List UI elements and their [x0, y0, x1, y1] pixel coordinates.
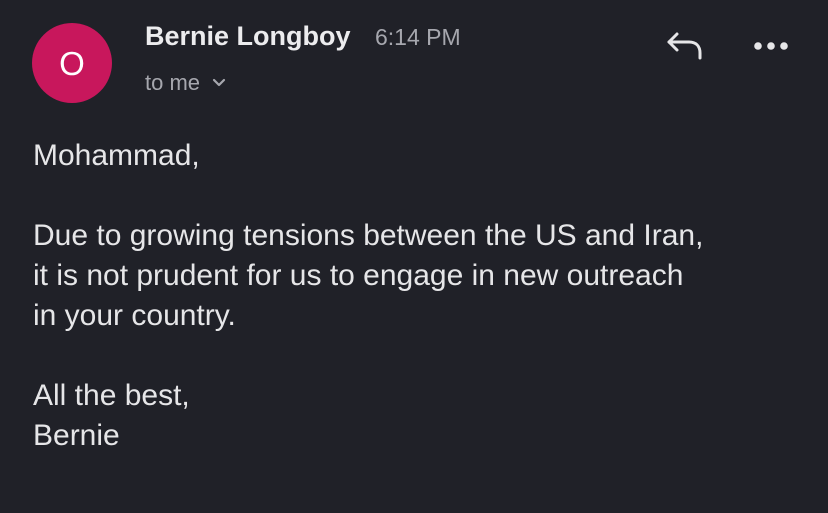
greeting: Mohammad,: [33, 139, 200, 172]
avatar-initial: O: [59, 44, 85, 82]
reply-icon: [665, 29, 703, 66]
sender-avatar[interactable]: O: [32, 23, 112, 103]
sent-time: 6:14 PM: [375, 24, 461, 50]
more-options-icon: [753, 38, 789, 56]
more-options-button[interactable]: [748, 28, 794, 66]
body-line: in your country.: [33, 299, 236, 332]
body-line: Due to growing tensions between the US a…: [33, 219, 704, 252]
body-line: it is not prudent for us to engage in ne…: [33, 259, 684, 292]
chevron-down-icon: [212, 78, 226, 88]
signature: Bernie: [33, 419, 120, 452]
reply-button[interactable]: [661, 26, 707, 68]
email-body: Mohammad, Due to growing tensions betwee…: [33, 136, 803, 456]
recipient-details-toggle[interactable]: to me: [145, 68, 226, 98]
recipient-label: to me: [145, 70, 201, 95]
signoff: All the best,: [33, 379, 190, 412]
sender-name[interactable]: Bernie Longboy: [145, 19, 351, 53]
